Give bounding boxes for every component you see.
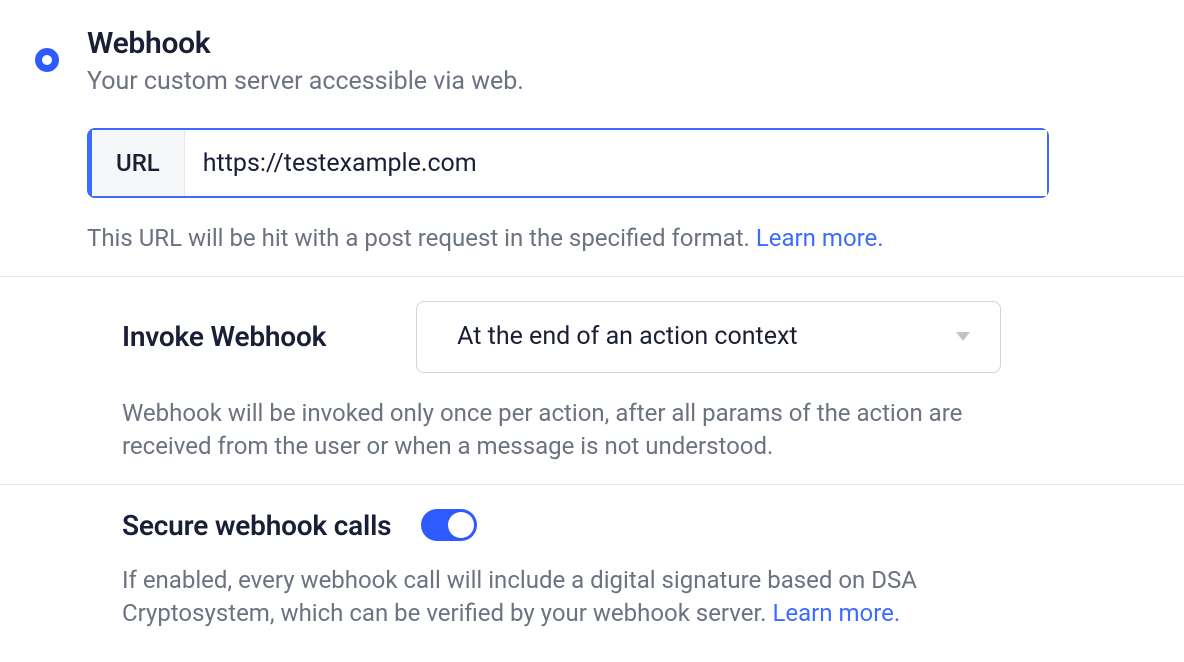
invoke-select[interactable]: At the end of an action context (416, 301, 1001, 373)
webhook-radio[interactable] (35, 48, 59, 72)
url-input[interactable] (185, 130, 1047, 196)
url-learn-more-link[interactable]: Learn more. (756, 224, 884, 252)
invoke-select-value: At the end of an action context (457, 322, 797, 351)
secure-helper: If enabled, every webhook call will incl… (122, 564, 1049, 631)
secure-learn-more-link[interactable]: Learn more. (772, 599, 900, 627)
url-helper: This URL will be hit with a post request… (87, 222, 1049, 256)
invoke-helper: Webhook will be invoked only once per ac… (122, 397, 1049, 464)
webhook-title: Webhook (87, 20, 1049, 61)
toggle-knob (448, 512, 474, 538)
url-helper-text: This URL will be hit with a post request… (87, 224, 756, 252)
chevron-down-icon (956, 332, 970, 341)
url-prefix-label: URL (92, 130, 185, 196)
secure-toggle[interactable] (421, 509, 477, 541)
invoke-title: Invoke Webhook (122, 320, 326, 353)
secure-title: Secure webhook calls (122, 509, 391, 542)
webhook-subtitle: Your custom server accessible via web. (87, 67, 1049, 96)
url-field[interactable]: URL (87, 128, 1049, 198)
